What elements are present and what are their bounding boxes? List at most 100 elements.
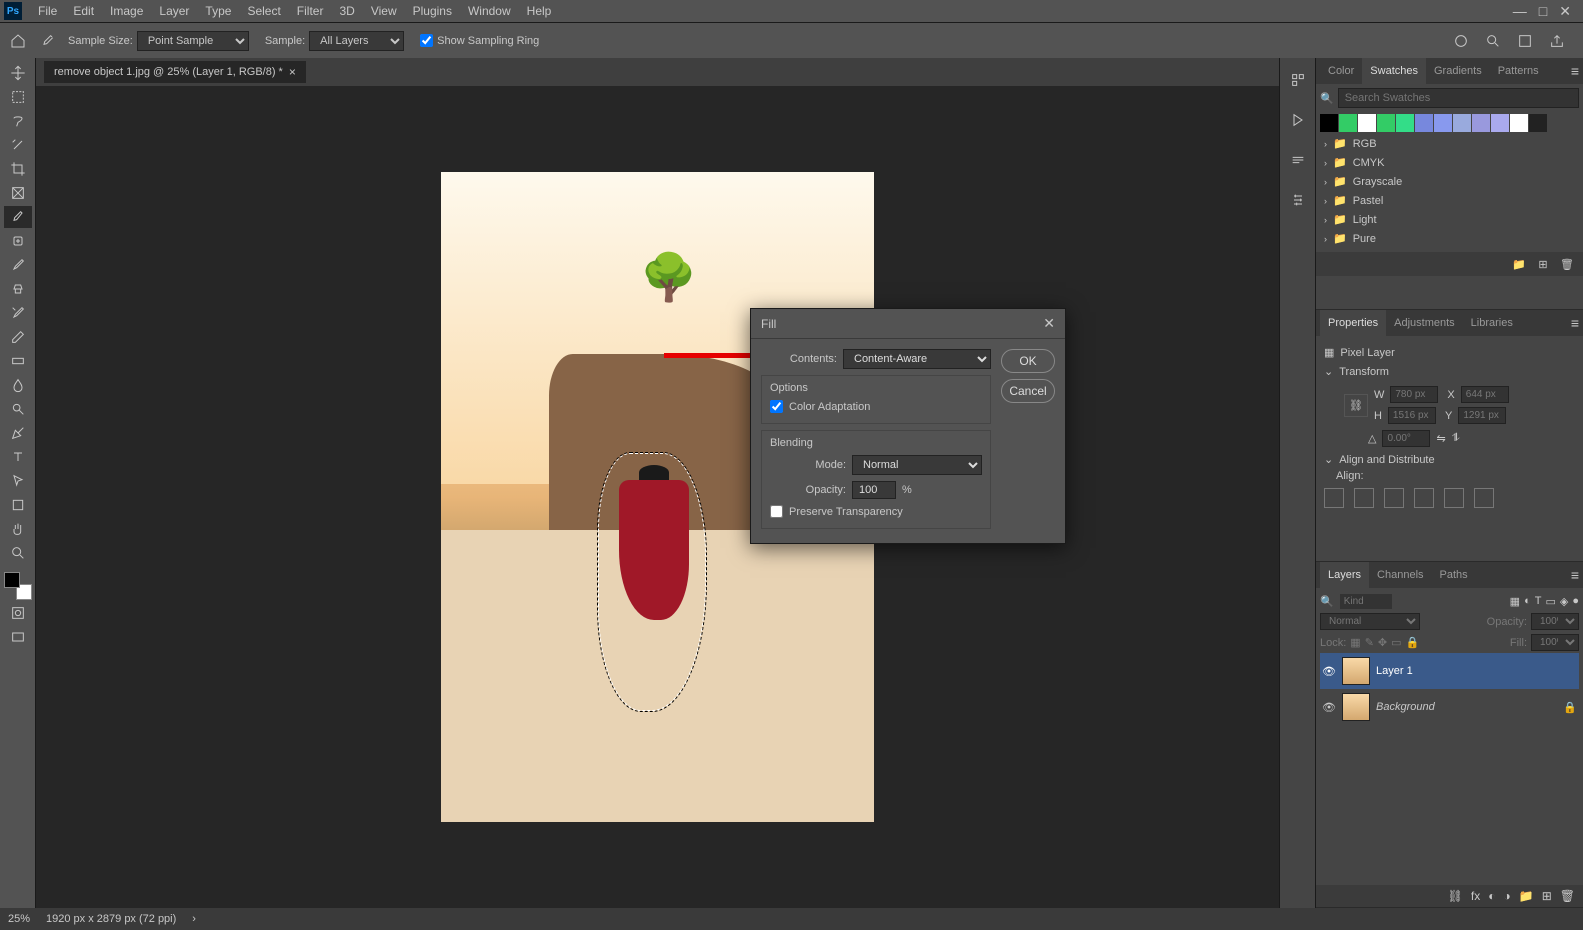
layer-name[interactable]: Background <box>1376 701 1435 713</box>
tab-patterns[interactable]: Patterns <box>1490 58 1547 84</box>
swatch[interactable] <box>1529 114 1547 132</box>
filter-pixel-icon[interactable]: ▦ <box>1510 595 1520 608</box>
zoom-tool[interactable] <box>4 542 32 564</box>
swatch-folder[interactable]: ›📁RGB <box>1320 134 1579 153</box>
filter-shape-icon[interactable]: ▭ <box>1545 595 1555 608</box>
filter-adjustment-icon[interactable]: ◐ <box>1524 595 1531 608</box>
trash-icon[interactable]: 🗑 <box>1560 889 1575 903</box>
menu-file[interactable]: File <box>30 4 65 18</box>
panel-menu-icon[interactable]: ≡ <box>1571 315 1579 331</box>
document-tab[interactable]: remove object 1.jpg @ 25% (Layer 1, RGB/… <box>44 61 306 83</box>
canvas-area[interactable]: 🌳 Fill ✕ <box>36 86 1279 908</box>
tab-adjustments[interactable]: Adjustments <box>1386 310 1463 336</box>
pen-tool[interactable] <box>4 422 32 444</box>
chevron-down-icon[interactable]: ⌄ <box>1324 365 1333 378</box>
menu-layer[interactable]: Layer <box>151 4 197 18</box>
brush-tool[interactable] <box>4 254 32 276</box>
preserve-transparency-checkbox[interactable] <box>770 505 783 518</box>
align-bottom-icon[interactable] <box>1474 488 1494 508</box>
path-selection-tool[interactable] <box>4 470 32 492</box>
swatches-search-input[interactable] <box>1338 88 1579 108</box>
type-tool[interactable] <box>4 446 32 468</box>
gradient-tool[interactable] <box>4 350 32 372</box>
swatch[interactable] <box>1434 114 1452 132</box>
minimize-icon[interactable]: — <box>1513 3 1527 20</box>
maximize-icon[interactable]: □ <box>1539 3 1547 20</box>
adjustment-layer-icon[interactable]: ◑ <box>1504 889 1511 903</box>
tab-layers[interactable]: Layers <box>1320 562 1369 588</box>
swatch[interactable] <box>1377 114 1395 132</box>
search-icon[interactable] <box>1483 31 1503 51</box>
x-field[interactable] <box>1461 386 1509 403</box>
layer-thumbnail[interactable] <box>1342 657 1370 685</box>
dialog-close-icon[interactable]: ✕ <box>1043 315 1055 332</box>
lock-all-icon[interactable]: 🔒 <box>1406 636 1420 649</box>
layer-name[interactable]: Layer 1 <box>1376 665 1413 677</box>
menu-help[interactable]: Help <box>519 4 560 18</box>
new-swatch-icon[interactable]: ⊞ <box>1535 256 1551 272</box>
doc-info-chevron-icon[interactable]: › <box>192 913 196 925</box>
link-icon[interactable]: ⛓ <box>1344 394 1368 417</box>
history-brush-tool[interactable] <box>4 302 32 324</box>
menu-plugins[interactable]: Plugins <box>405 4 460 18</box>
tab-swatches[interactable]: Swatches <box>1362 58 1426 84</box>
flip-v-icon[interactable]: ⥮ <box>1452 432 1460 445</box>
align-right-icon[interactable] <box>1384 488 1404 508</box>
magic-wand-tool[interactable] <box>4 134 32 156</box>
healing-brush-tool[interactable] <box>4 230 32 252</box>
actions-panel-icon[interactable] <box>1288 110 1308 130</box>
layer-opacity-select[interactable]: 100% <box>1531 613 1579 630</box>
cancel-button[interactable]: Cancel <box>1001 379 1055 403</box>
lock-transparency-icon[interactable]: ▦ <box>1350 636 1360 649</box>
eyedropper-icon[interactable] <box>36 29 60 53</box>
swatch[interactable] <box>1472 114 1490 132</box>
swatch-folder[interactable]: ›📁Light <box>1320 210 1579 229</box>
menu-type[interactable]: Type <box>197 4 239 18</box>
chevron-down-icon[interactable]: ⌄ <box>1324 453 1333 466</box>
swatch[interactable] <box>1415 114 1433 132</box>
cloud-icon[interactable] <box>1451 31 1471 51</box>
close-icon[interactable]: ✕ <box>1559 3 1571 20</box>
filter-smart-icon[interactable]: ◈ <box>1560 595 1568 608</box>
menu-select[interactable]: Select <box>239 4 288 18</box>
dodge-tool[interactable] <box>4 398 32 420</box>
visibility-icon[interactable]: 👁 <box>1322 665 1336 678</box>
sample-select[interactable]: All Layers <box>309 31 404 51</box>
y-field[interactable] <box>1458 407 1506 424</box>
share-icon[interactable] <box>1547 31 1567 51</box>
screen-mode-tool[interactable] <box>4 626 32 648</box>
lock-pixels-icon[interactable]: ✎ <box>1365 636 1374 649</box>
lock-artboard-icon[interactable]: ▭ <box>1391 636 1401 649</box>
lock-position-icon[interactable]: ✥ <box>1378 636 1387 649</box>
align-left-icon[interactable] <box>1324 488 1344 508</box>
layer-row[interactable]: 👁 Layer 1 <box>1320 653 1579 689</box>
quick-mask-tool[interactable] <box>4 602 32 624</box>
swatch[interactable] <box>1396 114 1414 132</box>
menu-edit[interactable]: Edit <box>65 4 102 18</box>
visibility-icon[interactable]: 👁 <box>1322 701 1336 714</box>
adjustments-panel-icon[interactable] <box>1288 190 1308 210</box>
swatch-folder[interactable]: ›📁CMYK <box>1320 153 1579 172</box>
folder-icon[interactable]: 📁 <box>1511 256 1527 272</box>
foreground-background-colors[interactable] <box>4 572 32 600</box>
menu-3d[interactable]: 3D <box>331 4 362 18</box>
swatch[interactable] <box>1510 114 1528 132</box>
swatch[interactable] <box>1339 114 1357 132</box>
align-center-v-icon[interactable] <box>1444 488 1464 508</box>
tab-channels[interactable]: Channels <box>1369 562 1431 588</box>
flip-h-icon[interactable]: ⇋ <box>1436 432 1445 445</box>
align-top-icon[interactable] <box>1414 488 1434 508</box>
blur-tool[interactable] <box>4 374 32 396</box>
swatch-folder[interactable]: ›📁Grayscale <box>1320 172 1579 191</box>
shape-tool[interactable] <box>4 494 32 516</box>
align-center-h-icon[interactable] <box>1354 488 1374 508</box>
sample-size-select[interactable]: Point Sample <box>137 31 249 51</box>
width-field[interactable] <box>1390 386 1438 403</box>
move-tool[interactable] <box>4 62 32 84</box>
eyedropper-tool[interactable] <box>4 206 32 228</box>
mode-select[interactable]: Normal <box>852 455 982 475</box>
link-layers-icon[interactable]: ⛓ <box>1448 889 1463 903</box>
home-icon[interactable] <box>8 31 28 51</box>
dialog-titlebar[interactable]: Fill ✕ <box>751 309 1065 339</box>
hand-tool[interactable] <box>4 518 32 540</box>
